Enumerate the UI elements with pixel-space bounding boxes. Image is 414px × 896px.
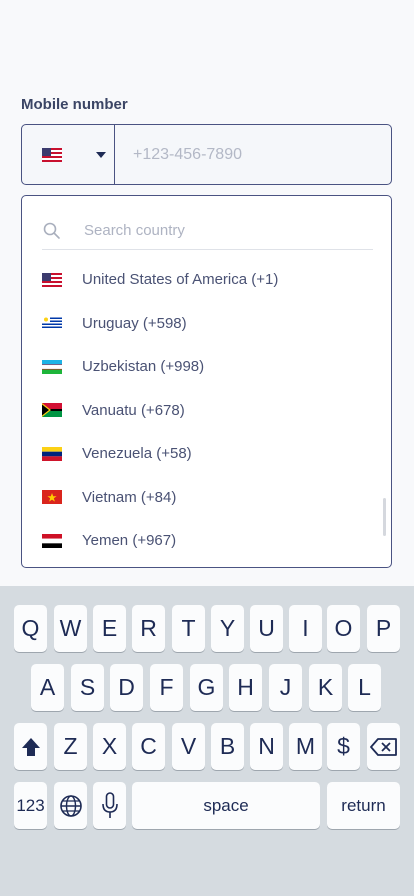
venezuela-flag-icon: [42, 446, 62, 461]
key-a[interactable]: A: [31, 664, 64, 711]
uruguay-flag-icon: [42, 316, 62, 331]
country-item-uruguay[interactable]: Uruguay (+598): [22, 302, 391, 346]
key-y[interactable]: Y: [211, 605, 244, 652]
dropdown-scrollbar[interactable]: [383, 498, 386, 536]
country-item-united-states[interactable]: United States of America (+1): [22, 258, 391, 302]
key-w[interactable]: W: [54, 605, 87, 652]
key-o[interactable]: O: [327, 605, 360, 652]
shift-icon: [21, 737, 40, 756]
search-icon: [43, 222, 60, 239]
key-u[interactable]: U: [250, 605, 283, 652]
microphone-icon: [101, 791, 118, 818]
key-e[interactable]: E: [93, 605, 126, 652]
country-item-vanuatu[interactable]: Vanuatu (+678): [22, 389, 391, 433]
us-flag-icon: [42, 147, 62, 162]
key-g[interactable]: G: [190, 664, 223, 711]
country-name: United States of America (+1): [82, 271, 279, 289]
country-name: Venezuela (+58): [82, 445, 192, 463]
country-list: United States of America (+1) Uruguay (+…: [22, 258, 391, 563]
key-n[interactable]: N: [250, 723, 283, 770]
country-name: Vietnam (+84): [82, 488, 177, 506]
return-key[interactable]: return: [327, 782, 400, 829]
yemen-flag-icon: [42, 533, 62, 548]
phone-number-input[interactable]: [115, 125, 391, 184]
country-name: Vanuatu (+678): [82, 401, 185, 419]
on-screen-keyboard: Q W E R T Y U I O P A S D F G H J K L Z …: [0, 586, 414, 896]
key-t[interactable]: T: [172, 605, 205, 652]
caret-down-icon: [96, 151, 106, 158]
globe-key[interactable]: [54, 782, 87, 829]
key-dollar[interactable]: $: [327, 723, 360, 770]
backspace-key[interactable]: [367, 723, 400, 770]
shift-key[interactable]: [14, 723, 47, 770]
uzbekistan-flag-icon: [42, 359, 62, 374]
key-c[interactable]: C: [132, 723, 165, 770]
country-name: Uruguay (+598): [82, 314, 187, 332]
vietnam-flag-icon: [42, 490, 62, 505]
key-f[interactable]: F: [150, 664, 183, 711]
key-p[interactable]: P: [367, 605, 400, 652]
country-item-uzbekistan[interactable]: Uzbekistan (+998): [22, 345, 391, 389]
key-s[interactable]: S: [71, 664, 104, 711]
key-r[interactable]: R: [132, 605, 165, 652]
globe-icon: [59, 794, 82, 817]
country-item-venezuela[interactable]: Venezuela (+58): [22, 432, 391, 476]
key-b[interactable]: B: [211, 723, 244, 770]
backspace-icon: [369, 737, 397, 756]
mobile-number-field: [21, 124, 392, 185]
country-dropdown: United States of America (+1) Uruguay (+…: [21, 195, 392, 568]
key-h[interactable]: H: [229, 664, 262, 711]
mobile-number-label: Mobile number: [21, 96, 128, 113]
numbers-key[interactable]: 123: [14, 782, 47, 829]
key-q[interactable]: Q: [14, 605, 47, 652]
key-v[interactable]: V: [172, 723, 205, 770]
key-j[interactable]: J: [269, 664, 302, 711]
key-z[interactable]: Z: [54, 723, 87, 770]
space-key[interactable]: space: [132, 782, 320, 829]
country-selector-button[interactable]: [22, 125, 115, 184]
country-name: Yemen (+967): [82, 532, 177, 550]
key-d[interactable]: D: [110, 664, 143, 711]
key-x[interactable]: X: [93, 723, 126, 770]
key-k[interactable]: K: [309, 664, 342, 711]
country-search-input[interactable]: [82, 221, 346, 240]
key-i[interactable]: I: [289, 605, 322, 652]
country-item-yemen[interactable]: Yemen (+967): [22, 519, 391, 563]
country-name: Uzbekistan (+998): [82, 358, 205, 376]
key-m[interactable]: M: [289, 723, 322, 770]
country-search-row: [42, 212, 373, 250]
microphone-key[interactable]: [93, 782, 126, 829]
vanuatu-flag-icon: [42, 403, 62, 418]
key-l[interactable]: L: [348, 664, 381, 711]
us-flag-icon: [42, 272, 62, 287]
country-item-vietnam[interactable]: Vietnam (+84): [22, 476, 391, 520]
